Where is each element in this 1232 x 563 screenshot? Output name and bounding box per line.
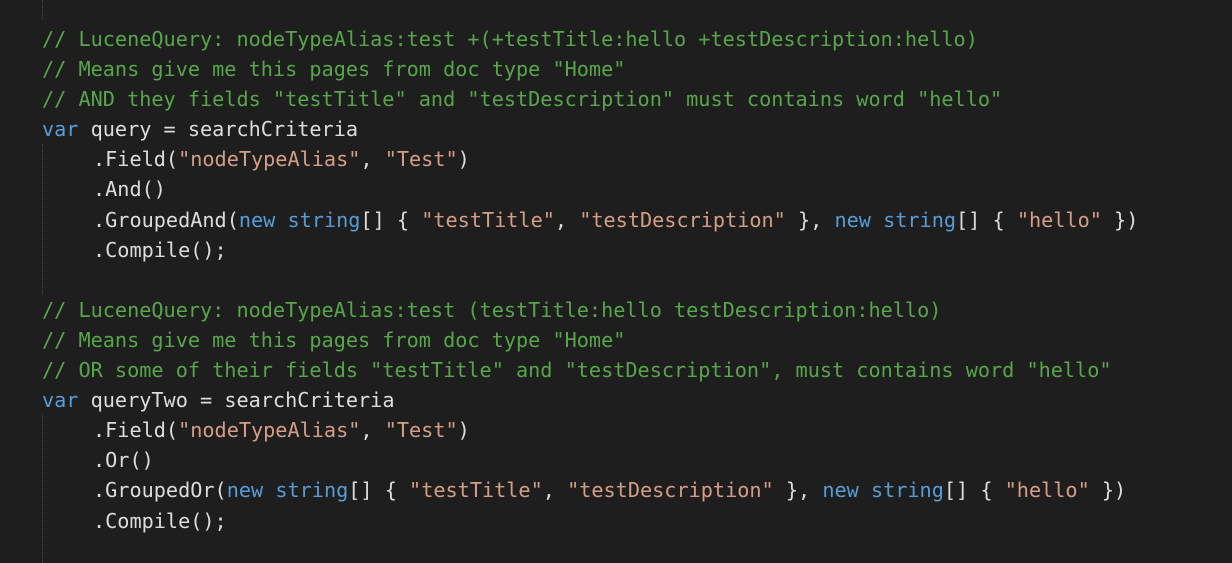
code-token-plain: [] {: [956, 207, 1017, 232]
code-token-keyword: new: [226, 478, 264, 503]
code-token-plain: .Field(: [93, 147, 179, 172]
code-token-plain: [] {: [943, 478, 1005, 503]
code-token-plain: ,: [542, 478, 568, 503]
code-token-comment: // AND they fields "testTitle" and "test…: [42, 87, 1003, 112]
code-token-keyword: new: [822, 478, 859, 503]
code-token-keyword: string: [275, 478, 349, 503]
code-token-keyword: new: [834, 207, 871, 232]
code-token-plain: [] {: [360, 207, 422, 232]
code-token-plain: },: [773, 478, 823, 503]
code-line[interactable]: .GroupedAnd(new string[] { "testTitle", …: [0, 205, 1232, 235]
code-token-string: "hello": [1004, 478, 1090, 503]
code-token-comment: // LuceneQuery: nodeTypeAlias:test (test…: [42, 297, 942, 322]
code-token-plain: .And(): [93, 177, 166, 202]
code-token-plain: .Compile();: [93, 237, 227, 262]
code-token-string: "nodeTypeAlias": [178, 418, 361, 443]
code-token-plain: }): [1101, 207, 1139, 232]
code-token-plain: ,: [554, 207, 580, 232]
code-token-keyword: string: [287, 207, 361, 232]
indent-guide-top: [42, 0, 43, 20]
code-line[interactable]: // OR some of their fields "testTitle" a…: [0, 355, 1232, 385]
code-line[interactable]: .Compile();: [0, 506, 1232, 536]
code-token-string: "Test": [384, 147, 458, 172]
code-token-plain: .Compile();: [93, 508, 227, 533]
code-token-string: "testDescription": [579, 207, 786, 232]
code-line[interactable]: [0, 265, 1232, 295]
code-line[interactable]: // AND they fields "testTitle" and "test…: [0, 84, 1232, 114]
code-token-plain: [] {: [348, 478, 410, 503]
code-token-keyword: new: [238, 207, 276, 232]
code-token-string: "testTitle": [409, 478, 543, 503]
code-token-plain: ): [457, 418, 470, 443]
code-token-plain: ): [457, 147, 470, 172]
code-line[interactable]: var query = searchCriteria: [0, 114, 1232, 144]
code-lines[interactable]: // LuceneQuery: nodeTypeAlias:test +(+te…: [0, 24, 1232, 536]
code-token-plain: ,: [360, 418, 385, 443]
code-line[interactable]: var queryTwo = searchCriteria: [0, 385, 1232, 415]
code-token-plain: .GroupedAnd(: [93, 207, 239, 232]
code-token-string: "hello": [1016, 207, 1102, 232]
code-line[interactable]: // LuceneQuery: nodeTypeAlias:test +(+te…: [0, 24, 1232, 54]
code-token-plain: }): [1089, 478, 1127, 503]
code-token-plain: ,: [360, 147, 385, 172]
code-editor[interactable]: // LuceneQuery: nodeTypeAlias:test +(+te…: [0, 0, 1232, 563]
code-line[interactable]: // LuceneQuery: nodeTypeAlias:test (test…: [0, 295, 1232, 325]
code-line[interactable]: .Or(): [0, 445, 1232, 475]
code-token-string: "testTitle": [421, 207, 555, 232]
code-line[interactable]: .GroupedOr(new string[] { "testTitle", "…: [0, 475, 1232, 505]
code-line[interactable]: .And(): [0, 174, 1232, 204]
code-token-keyword: string: [883, 207, 957, 232]
code-token-keyword: string: [870, 478, 944, 503]
code-token-plain: .Field(: [93, 418, 179, 443]
code-token-comment: // OR some of their fields "testTitle" a…: [42, 358, 1112, 383]
code-token-string: "Test": [384, 418, 458, 443]
code-token-comment: // Means give me this pages from doc typ…: [42, 57, 626, 82]
code-token-string: "testDescription": [567, 478, 774, 503]
code-line[interactable]: .Field("nodeTypeAlias", "Test"): [0, 415, 1232, 445]
code-line[interactable]: // Means give me this pages from doc typ…: [0, 54, 1232, 84]
code-line[interactable]: .Compile();: [0, 235, 1232, 265]
code-token-comment: // LuceneQuery: nodeTypeAlias:test +(+te…: [42, 27, 978, 51]
code-token-plain: query = searchCriteria: [78, 117, 359, 142]
code-token-keyword: var: [42, 388, 79, 413]
code-token-keyword: var: [42, 117, 79, 142]
code-token-plain: queryTwo = searchCriteria: [78, 388, 395, 413]
code-token-plain: .Or(): [93, 448, 154, 473]
code-line[interactable]: .Field("nodeTypeAlias", "Test"): [0, 144, 1232, 174]
code-token-comment: // Means give me this pages from doc typ…: [42, 327, 626, 352]
code-token-string: "nodeTypeAlias": [178, 147, 361, 172]
code-token-plain: },: [785, 207, 835, 232]
code-token-plain: .GroupedOr(: [93, 478, 227, 503]
code-line[interactable]: // Means give me this pages from doc typ…: [0, 325, 1232, 355]
